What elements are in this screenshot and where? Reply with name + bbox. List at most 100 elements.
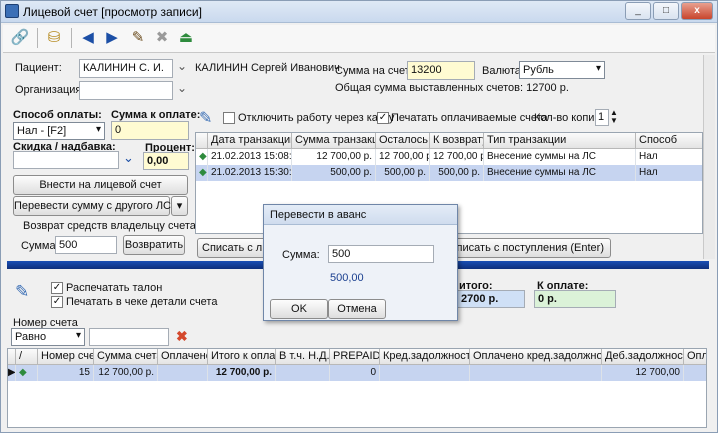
column-header[interactable]: Кред.задолжность [380, 349, 470, 365]
dialog-cancel-button[interactable]: Отмена [328, 299, 386, 319]
cell-credit-paid [470, 365, 602, 381]
edit-doc-icon[interactable]: ✎ [199, 108, 212, 128]
print-coupon-checkbox[interactable]: ✓ [51, 282, 63, 294]
cell-credit [380, 365, 470, 381]
write-off-account-button[interactable]: Списать с л [197, 238, 269, 258]
spinner-icon[interactable]: ▲ ▼ [610, 109, 618, 125]
copies-field[interactable]: 1 [595, 109, 609, 126]
column-header[interactable]: В т.ч. Н.Д.С. [276, 349, 330, 365]
print-details-checkbox[interactable]: ✓ [51, 296, 63, 308]
refund-button[interactable]: Возвратить [123, 235, 185, 255]
table-row[interactable]: ▶ ◆ 15 12 700,00 р. 12 700,00 р. 0 12 70… [8, 365, 706, 381]
column-header[interactable]: Итого к оплате [208, 349, 276, 365]
payment-method-label: Способ оплаты: [13, 109, 102, 121]
write-off-income-button[interactable]: Списать с поступления (Enter) [441, 238, 611, 258]
arrow-right-icon[interactable]: ▶ [101, 27, 123, 49]
table-row[interactable]: ◆ 21.02.2013 15:30:01 500,00 р. 500,00 р… [196, 165, 702, 181]
title-bar: Лицевой счет [просмотр записи] _ □ x [1, 1, 717, 23]
column-header[interactable]: PREPAID [330, 349, 380, 365]
invoices-table: / Номер счета Сумма счета Оплачено Итого… [7, 348, 707, 428]
account-sum-field[interactable]: 13200 [407, 61, 475, 80]
toolbar-separator [37, 28, 38, 48]
column-header[interactable]: Оплач [684, 349, 706, 365]
column-header[interactable]: Способ [636, 133, 702, 149]
organization-field[interactable] [79, 81, 173, 100]
main-window: Лицевой счет [просмотр записи] _ □ x 🔗 ⛁… [0, 0, 718, 433]
edit-doc-icon[interactable]: ✎ [15, 282, 29, 302]
column-header[interactable]: Сумма транзакции [292, 133, 376, 149]
currency-select[interactable]: Рубль [519, 61, 605, 79]
column-header[interactable]: Оплачено [158, 349, 208, 365]
no-cash-register-checkbox[interactable] [223, 112, 235, 124]
window-scrollbar[interactable] [703, 55, 715, 259]
discount-field[interactable] [13, 151, 119, 169]
transfer-to-advance-dialog: Перевести в аванс Сумма: 500 500,00 OK О… [263, 204, 458, 321]
payment-method-select[interactable]: Нал - [F2] [13, 122, 105, 140]
organization-label: Организация: [15, 84, 85, 96]
cell-date: 21.02.2013 15:08:35 [208, 149, 292, 165]
patient-full-name: КАЛИНИН Сергей Иванович [195, 62, 340, 74]
cell-type: Внесение суммы на ЛС [484, 149, 636, 165]
print-coupon-label: Распечатать талон [66, 282, 163, 294]
table-row[interactable]: ◆ 21.02.2013 15:08:35 12 700,00 р. 12 70… [196, 149, 702, 165]
column-header[interactable]: Осталось [376, 133, 430, 149]
column-header[interactable]: Дата транзакции [208, 133, 292, 149]
dialog-sum-field[interactable]: 500 [328, 245, 434, 263]
chevron-down-icon[interactable]: ⌄ [123, 150, 134, 166]
column-header[interactable]: / [16, 349, 38, 365]
payment-method-value: Нал - [F2] [17, 125, 67, 137]
print-paid-checkbox[interactable]: ✓ [377, 112, 389, 124]
column-header[interactable] [196, 133, 208, 149]
patient-short-name[interactable]: КАЛИНИН С. И. [79, 59, 173, 78]
arrow-left-icon[interactable]: ◀ [77, 27, 99, 49]
dialog-ok-button[interactable]: OK [270, 299, 328, 319]
filter-value-field[interactable] [89, 328, 169, 346]
column-header[interactable]: К возврату [430, 133, 484, 149]
sum-to-pay-field[interactable]: 0 [111, 121, 189, 140]
column-header[interactable]: Оплачено кред.задолжности [470, 349, 602, 365]
refund-sum-field[interactable]: 500 [55, 236, 117, 254]
dialog-title: Перевести в аванс [270, 209, 367, 221]
exit-icon[interactable]: ⏏ [175, 27, 197, 49]
cell-method: Нал [636, 149, 702, 165]
print-details-label: Печатать в чеке детали счета [66, 296, 218, 308]
total-invoices-text: Общая сумма выставленных счетов: 12700 р… [335, 82, 569, 94]
refund-sum-label: Сумма: [21, 240, 59, 252]
cell-sum: 12 700,00 р. [94, 365, 158, 381]
copies-label: Кол-во копий: [534, 112, 604, 124]
chevron-down-icon[interactable]: ⌄ [177, 59, 187, 73]
cell-paid-extra [684, 365, 706, 381]
row-marker-icon: ◆ [16, 365, 38, 381]
cell-refund: 500,00 р. [430, 165, 484, 181]
maximize-button[interactable]: □ [653, 2, 679, 20]
clear-filter-icon[interactable]: ✖ [176, 328, 188, 345]
cell-paid [158, 365, 208, 381]
cell-vat [276, 365, 330, 381]
cell-total: 12 700,00 р. [208, 365, 276, 381]
delete-icon[interactable]: ✖ [151, 27, 173, 49]
print-paid-label: Печатать оплачиваемые счета [391, 112, 548, 124]
dialog-title-bar: Перевести в аванс [264, 205, 457, 225]
dialog-sum-label: Сумма: [282, 249, 320, 261]
cell-left: 500,00 р. [376, 165, 430, 181]
deposit-button[interactable]: Внести на лицевой счет [13, 175, 188, 195]
dialog-sum-display: 500,00 [330, 272, 364, 284]
cell-method: Нал [636, 165, 702, 181]
column-header[interactable] [8, 349, 16, 365]
minimize-button[interactable]: _ [625, 2, 651, 20]
link-icon[interactable]: 🔗 [9, 27, 31, 49]
close-button[interactable]: x [681, 2, 713, 20]
transfer-dropdown-button[interactable]: ▾ [171, 196, 188, 216]
filter-operator-select[interactable]: Равно [11, 328, 85, 346]
column-header[interactable]: Сумма счета [94, 349, 158, 365]
cell-number: 15 [38, 365, 94, 381]
column-header[interactable]: Номер счета [38, 349, 94, 365]
column-header[interactable]: Деб.задолжность [602, 349, 684, 365]
chevron-down-icon[interactable]: ⌄ [177, 81, 187, 95]
refund-label: Возврат средств владельцу счета [23, 220, 196, 232]
coins-icon[interactable]: ⛁ [43, 27, 65, 49]
column-header[interactable]: Тип транзакции [484, 133, 636, 149]
edit-pen-icon[interactable]: ✎ [127, 27, 149, 49]
transfer-button[interactable]: Перевести сумму с другого ЛС [13, 196, 171, 216]
percent-field[interactable]: 0,00 [143, 152, 189, 170]
